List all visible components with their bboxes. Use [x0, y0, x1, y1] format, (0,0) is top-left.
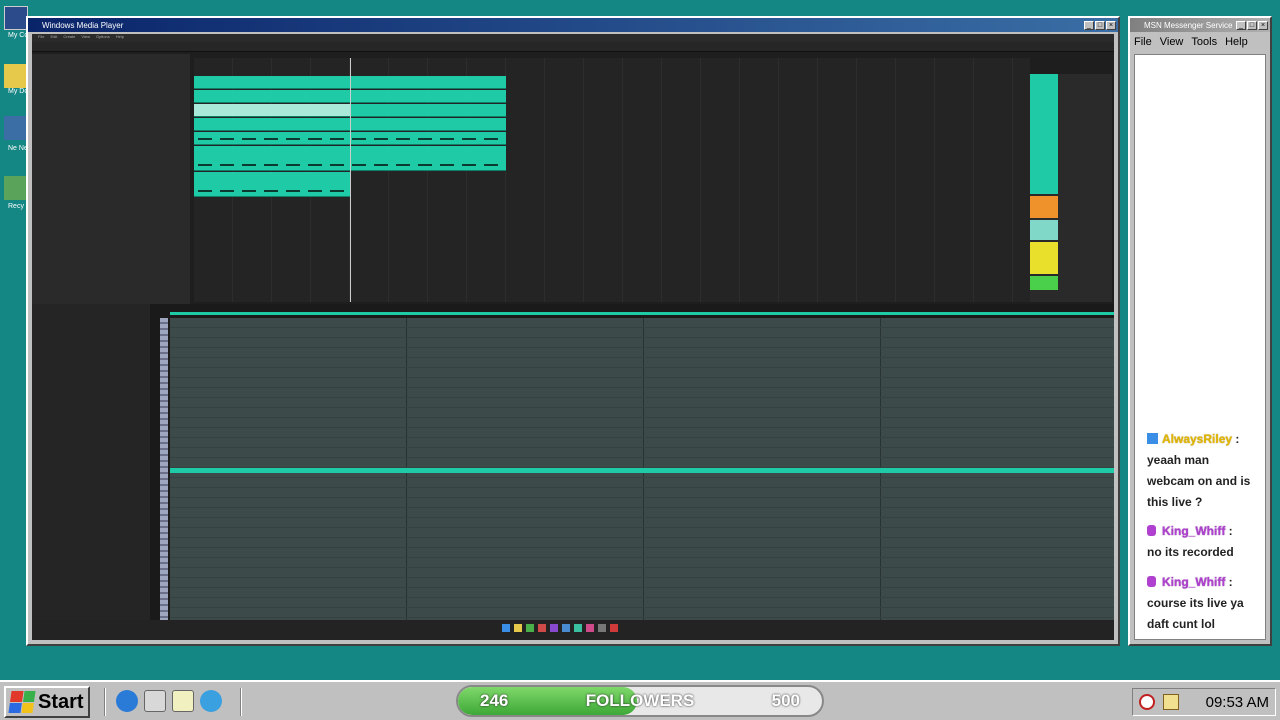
chat-text: no its recorded	[1147, 545, 1234, 559]
midi-note[interactable]	[170, 468, 1114, 473]
chat-log[interactable]: AlwaysRiley : yeaah man webcam on and is…	[1134, 54, 1266, 640]
clip-properties-panel[interactable]	[32, 304, 150, 620]
gem-icon	[1147, 525, 1156, 536]
windows-taskbar-inner	[32, 620, 1114, 640]
app-icon[interactable]	[610, 624, 618, 632]
msn-messenger-window: MSN Messenger Service _ □ × File View To…	[1128, 16, 1272, 646]
minimize-button[interactable]: _	[1236, 20, 1246, 30]
menu-view[interactable]: View	[1160, 36, 1184, 48]
menu-file[interactable]: File	[1134, 36, 1152, 48]
menu-view[interactable]: View	[81, 34, 90, 42]
close-button[interactable]: ×	[1258, 20, 1268, 30]
system-tray: 09:53 AM	[1132, 688, 1276, 716]
track-color-strip	[1030, 220, 1058, 240]
menu-create[interactable]: Create	[63, 34, 75, 42]
minimize-button[interactable]: _	[1084, 20, 1094, 30]
windows-icon[interactable]	[502, 624, 510, 632]
network-icon[interactable]	[4, 116, 28, 140]
daw-browser[interactable]	[32, 54, 190, 304]
track-color-strip	[1030, 196, 1058, 218]
app-icon[interactable]	[538, 624, 546, 632]
midi-clip[interactable]	[194, 104, 350, 117]
media-player-titlebar[interactable]: Windows Media Player _ □ ×	[28, 18, 1118, 32]
followers-goal: 500	[771, 691, 800, 710]
maximize-button[interactable]: □	[1247, 20, 1257, 30]
record-icon[interactable]	[1139, 694, 1155, 710]
quick-launch	[116, 690, 222, 712]
app-icon[interactable]	[598, 624, 606, 632]
mixer-panel[interactable]	[1030, 74, 1112, 302]
playhead[interactable]	[350, 58, 351, 302]
menu-edit[interactable]: Edit	[50, 34, 57, 42]
msn-titlebar[interactable]: MSN Messenger Service _ □ ×	[1130, 18, 1270, 32]
chat-message: King_Whiff : course its live ya daft cun…	[1147, 575, 1244, 631]
midi-clip[interactable]	[194, 184, 350, 197]
daw-transport-bar[interactable]	[32, 42, 1114, 52]
chat-message: AlwaysRiley : yeaah man webcam on and is…	[1147, 432, 1251, 509]
menu-tools[interactable]: Tools	[1191, 36, 1217, 48]
followers-label: FOLLOWERS	[585, 691, 695, 710]
track-color-strip	[1030, 242, 1058, 274]
taskbar-separator	[240, 688, 242, 716]
taskbar: Start 246 FOLLOWERS 500 09:53 AM	[0, 680, 1280, 720]
start-label: Start	[38, 690, 84, 713]
gem-icon	[1147, 576, 1156, 587]
chat-text: yeaah man webcam on and is this live ?	[1147, 453, 1251, 509]
app-icon[interactable]	[562, 624, 570, 632]
computer-icon[interactable]	[4, 6, 28, 30]
documents-icon[interactable]	[4, 64, 28, 88]
followers-goal-bar: 246 FOLLOWERS 500	[456, 685, 824, 717]
recycle-bin-icon[interactable]	[4, 176, 28, 200]
maximize-button[interactable]: □	[1095, 20, 1105, 30]
app-icon[interactable]	[550, 624, 558, 632]
cube-icon	[1147, 433, 1158, 444]
desktop-icon-label: Recy	[8, 203, 24, 210]
track-color-strip	[1030, 276, 1058, 290]
daw-menubar: File Edit Create View Options Help	[32, 34, 1114, 42]
chat-username: King_Whiff	[1162, 524, 1226, 538]
menu-help[interactable]: Help	[116, 34, 124, 42]
followers-current: 246	[480, 691, 509, 710]
piano-keys[interactable]	[160, 318, 168, 620]
network-icon[interactable]	[200, 690, 222, 712]
chat-text: course its live ya daft cunt lol	[1147, 596, 1244, 631]
menu-options[interactable]: Options	[96, 34, 110, 42]
menu-file[interactable]: File	[38, 34, 44, 42]
loop-bar[interactable]	[170, 312, 1114, 315]
close-button[interactable]: ×	[1106, 20, 1116, 30]
chat-username: AlwaysRiley	[1162, 432, 1233, 446]
notepad-icon[interactable]	[172, 690, 194, 712]
inner-taskbar-icons	[502, 624, 618, 632]
msn-menubar: File View Tools Help	[1130, 32, 1270, 52]
outlook-icon[interactable]	[144, 690, 166, 712]
clip-view[interactable]	[32, 304, 1114, 620]
internet-explorer-icon[interactable]	[116, 690, 138, 712]
daw-screen: File Edit Create View Options Help	[32, 34, 1114, 640]
menu-help[interactable]: Help	[1225, 36, 1248, 48]
chrome-icon[interactable]	[526, 624, 534, 632]
app-icon[interactable]	[586, 624, 594, 632]
app-icon[interactable]	[574, 624, 582, 632]
clock[interactable]: 09:53 AM	[1206, 694, 1269, 711]
chat-message: King_Whiff : no its recorded	[1147, 524, 1234, 559]
media-player-window: Windows Media Player _ □ × File Edit Cre…	[26, 16, 1120, 646]
windows-logo-icon	[8, 691, 36, 713]
arrangement-view[interactable]	[194, 58, 1030, 302]
chat-username: King_Whiff	[1162, 575, 1226, 589]
folder-icon[interactable]	[514, 624, 522, 632]
notepad-icon[interactable]	[1163, 694, 1179, 710]
window-title: Windows Media Player	[42, 20, 124, 30]
taskbar-separator	[104, 688, 106, 716]
window-title: MSN Messenger Service	[1144, 20, 1233, 30]
track-color-strip	[1030, 74, 1058, 194]
midi-clip[interactable]	[350, 104, 506, 117]
start-button[interactable]: Start	[4, 686, 90, 718]
